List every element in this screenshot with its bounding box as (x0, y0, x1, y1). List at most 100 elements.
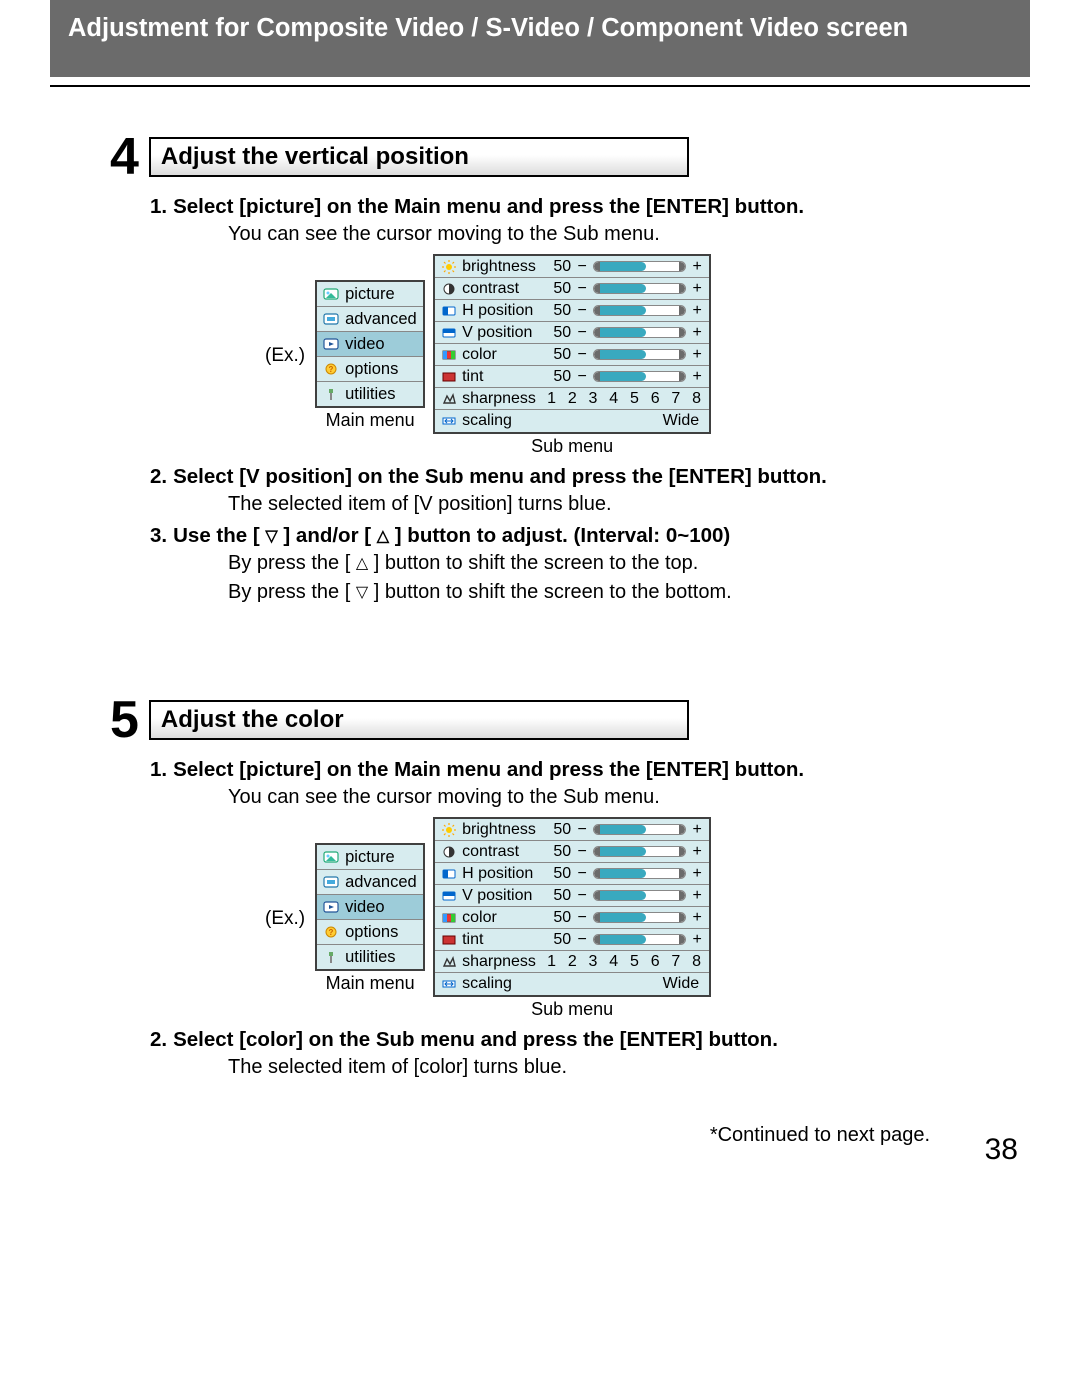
minus-icon: − (576, 865, 588, 883)
row-icon (441, 933, 457, 947)
minus-icon: − (576, 821, 588, 839)
ex-label: (Ex.) (265, 908, 305, 930)
page-number: 38 (985, 1133, 1018, 1167)
menu-icon (323, 337, 339, 351)
minus-icon: − (576, 931, 588, 949)
row-label: V position (462, 887, 540, 905)
sub-menu-row-sharpness: sharpness12345678 (435, 951, 709, 973)
plus-icon: + (691, 865, 703, 883)
menu-label: video (345, 898, 384, 917)
s5-step2-text: Select [color] on the Sub menu and press… (173, 1028, 778, 1052)
s4-step1-sub: You can see the cursor moving to the Sub… (228, 223, 1030, 246)
up-triangle-icon: △ (377, 526, 389, 546)
s5-step2-num: 2. (150, 1028, 167, 1052)
row-icon (441, 260, 457, 274)
main-menu-caption: Main menu (326, 973, 415, 994)
row-value: 50 (545, 280, 571, 298)
continued-label: *Continued to next page. (710, 1124, 930, 1147)
row-label: color (462, 909, 540, 927)
menu-icon (323, 900, 339, 914)
s4-step1: 1. Select [picture] on the Main menu and… (150, 195, 1030, 219)
main-menu: pictureadvancedvideooptionsutilities (315, 843, 425, 971)
plus-icon: + (691, 346, 703, 364)
menu-label: picture (345, 285, 395, 304)
menu-icon (323, 950, 339, 964)
plus-icon: + (691, 821, 703, 839)
row-label: H position (462, 865, 540, 883)
s4-step3-num: 3. (150, 524, 167, 548)
row-icon (441, 348, 457, 362)
row-label: tint (462, 368, 540, 386)
menu-icon (323, 287, 339, 301)
row-icon (441, 911, 457, 925)
step-number-5: 5 (110, 694, 139, 746)
row-label: brightness (462, 258, 540, 276)
row-icon (441, 414, 457, 428)
main-menu-item-options: options (317, 357, 423, 382)
sub-menu-caption: Sub menu (531, 436, 613, 457)
row-label: tint (462, 931, 540, 949)
minus-icon: − (576, 324, 588, 342)
minus-icon: − (576, 368, 588, 386)
sub-menu-row-scaling: scaling Wide (435, 973, 709, 995)
row-value: 50 (545, 843, 571, 861)
sub-menu-row-tint: tint50−+ (435, 929, 709, 951)
sub-menu-caption: Sub menu (531, 999, 613, 1020)
s4-step3-sub1: By press the [ △ ] button to shift the s… (228, 552, 1030, 575)
s4-step3-sub2: By press the [ ▽ ] button to shift the s… (228, 581, 1030, 604)
sub-menu-row-scaling: scalingWide (435, 410, 709, 432)
row-label: scaling (462, 975, 540, 993)
down-triangle-icon: ▽ (356, 582, 368, 602)
sub-menu-row-H-position: H position50−+ (435, 863, 709, 885)
plus-icon: + (691, 909, 703, 927)
s4-step2-text: Select [V position] on the Sub menu and … (173, 465, 827, 489)
s4-step1-num: 1. (150, 195, 167, 219)
sub-menu-row-brightness: brightness50−+ (435, 256, 709, 278)
sharpness-scale: 12345678 (545, 390, 703, 408)
menu-icon (323, 387, 339, 401)
scaling-value: Wide (545, 975, 703, 993)
menu-label: options (345, 360, 398, 379)
minus-icon: − (576, 280, 588, 298)
row-value: 50 (545, 324, 571, 342)
main-menu-caption: Main menu (326, 410, 415, 431)
sub-menu-row-contrast: contrast50−+ (435, 278, 709, 300)
plus-icon: + (691, 368, 703, 386)
row-value: 50 (545, 258, 571, 276)
slider-bar (593, 349, 686, 360)
row-label: contrast (462, 843, 540, 861)
menu-label: advanced (345, 310, 417, 329)
s4-step3-text: Use the [ ▽ ] and/or [ △ ] button to adj… (173, 524, 730, 548)
sub-menu-row-sharpness: sharpness12345678 (435, 388, 709, 410)
slider-bar (593, 261, 686, 272)
sharpness-scale: 12345678 (545, 953, 703, 971)
row-icon (441, 370, 457, 384)
sub-menu-row-contrast: contrast50−+ (435, 841, 709, 863)
row-icon (441, 977, 457, 991)
sub-menu-row-color: color50−+ (435, 907, 709, 929)
main-menu-item-utilities: utilities (317, 945, 423, 969)
row-icon (441, 867, 457, 881)
slider-bar (593, 824, 686, 835)
sub-menu-row-tint: tint50−+ (435, 366, 709, 388)
s4-step2-num: 2. (150, 465, 167, 489)
row-icon (441, 889, 457, 903)
step-title-4: Adjust the vertical position (149, 137, 689, 177)
row-icon (441, 823, 457, 837)
sub-menu-row-V-position: V position50−+ (435, 322, 709, 344)
main-menu: pictureadvancedvideooptionsutilities (315, 280, 425, 408)
row-label: contrast (462, 280, 540, 298)
ex-label: (Ex.) (265, 345, 305, 367)
plus-icon: + (691, 931, 703, 949)
menu-label: utilities (345, 948, 395, 967)
sub-menu-row-V-position: V position50−+ (435, 885, 709, 907)
s4-step2: 2. Select [V position] on the Sub menu a… (150, 465, 1030, 489)
slider-bar (593, 912, 686, 923)
slider-bar (593, 305, 686, 316)
s5-step1-num: 1. (150, 758, 167, 782)
row-label: V position (462, 324, 540, 342)
row-icon (441, 845, 457, 859)
slider-bar (593, 934, 686, 945)
main-menu-item-options: options (317, 920, 423, 945)
row-label: H position (462, 302, 540, 320)
